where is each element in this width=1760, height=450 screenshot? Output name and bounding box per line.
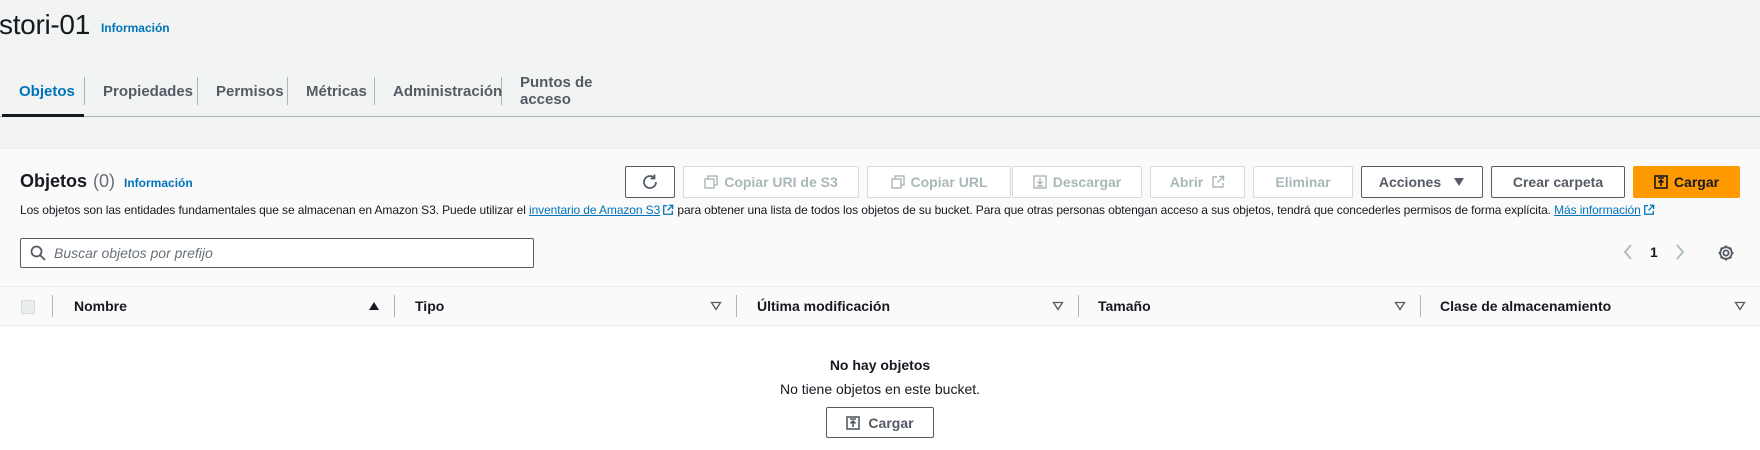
sort-descending-icon[interactable] (1052, 301, 1064, 311)
column-divider (52, 295, 53, 317)
s3-inventory-link[interactable]: inventario de Amazon S3 (529, 203, 660, 217)
objects-panel: Objetos (0) Información Copiar URI de S3… (0, 148, 1760, 450)
search-box (20, 238, 534, 268)
select-all-checkbox[interactable] (21, 300, 35, 314)
copy-url-button[interactable]: Copiar URL (867, 166, 1011, 198)
tab-metricas[interactable]: Métricas (288, 66, 374, 116)
objects-count: (0) (93, 171, 116, 191)
open-button[interactable]: Abrir (1150, 166, 1245, 198)
objects-title: Objetos (20, 171, 88, 191)
column-divider[interactable] (1420, 295, 1421, 317)
copy-s3-uri-button[interactable]: Copiar URI de S3 (683, 166, 859, 198)
copy-url-label: Copiar URL (910, 174, 988, 190)
header-info-link[interactable]: Información (101, 21, 170, 35)
actions-label: Acciones (1378, 174, 1442, 190)
tab-permisos[interactable]: Permisos (198, 66, 287, 116)
sort-descending-icon[interactable] (710, 301, 722, 311)
gear-icon (1718, 245, 1734, 261)
search-icon (30, 245, 46, 261)
learn-more-link-label: Más información (1554, 203, 1641, 217)
objects-table-body: No hay objetos No tiene objetos en este … (0, 327, 1760, 450)
column-header-nombre[interactable]: Nombre (74, 298, 127, 314)
download-label: Descargar (1052, 174, 1122, 190)
upload-button[interactable]: Cargar (1633, 166, 1740, 198)
current-page[interactable]: 1 (1650, 244, 1658, 260)
download-button[interactable]: Descargar (1012, 166, 1142, 198)
refresh-icon (643, 174, 657, 189)
column-header-clase-de-almacenamiento[interactable]: Clase de almacenamiento (1440, 298, 1611, 314)
tab-puntos-de-acceso[interactable]: Puntos de acceso (502, 66, 642, 116)
next-page-button[interactable] (1672, 243, 1688, 261)
tab-administracion[interactable]: Administración (375, 66, 502, 116)
chevron-left-icon (1623, 244, 1632, 260)
copy-icon (704, 175, 718, 189)
objects-section-title: Objetos (0) Información (20, 171, 193, 192)
previous-page-button[interactable] (1620, 243, 1636, 261)
objects-description: Los objetos son las entidades fundamenta… (20, 203, 1655, 217)
description-text-1: Los objetos son las entidades fundamenta… (20, 203, 530, 217)
delete-button[interactable]: Eliminar (1253, 166, 1353, 198)
copy-s3-uri-label: Copiar URI de S3 (724, 174, 838, 190)
external-link-icon (663, 204, 674, 215)
caret-down-icon (1454, 178, 1465, 186)
pagination: 1 (1620, 243, 1688, 261)
description-text-2: para obtener una lista de todos los obje… (674, 203, 1555, 217)
refresh-button[interactable] (625, 166, 675, 198)
empty-upload-label: Cargar (868, 414, 914, 431)
column-header-tipo[interactable]: Tipo (415, 298, 444, 314)
column-divider[interactable] (736, 295, 737, 317)
sort-descending-icon[interactable] (1394, 301, 1406, 311)
external-link-icon (1212, 175, 1225, 188)
objects-table-header: Nombre Tipo Última modificación Tamaño C… (0, 286, 1760, 326)
empty-upload-button[interactable]: Cargar (826, 407, 934, 438)
s3-inventory-link-label: inventario de Amazon S3 (529, 203, 661, 217)
page-header: stori-01 Información (0, 0, 170, 50)
chevron-right-icon (1676, 244, 1684, 260)
column-header-tamano[interactable]: Tamaño (1098, 298, 1151, 314)
tab-propiedades[interactable]: Propiedades (85, 66, 197, 116)
sort-ascending-icon[interactable] (368, 301, 380, 311)
search-input[interactable] (54, 245, 514, 261)
column-divider[interactable] (1078, 295, 1079, 317)
bucket-tabs: Objetos Propiedades Permisos Métricas Ad… (0, 66, 1760, 117)
objects-info-link[interactable]: Información (124, 176, 193, 190)
preferences-button[interactable] (1717, 244, 1735, 267)
external-link-icon (1643, 204, 1655, 215)
upload-label: Cargar (1673, 174, 1720, 190)
create-folder-button[interactable]: Crear carpeta (1491, 166, 1625, 198)
empty-state-title: No hay objetos (829, 357, 931, 373)
create-folder-label: Crear carpeta (1512, 174, 1604, 190)
learn-more-link[interactable]: Más información (1554, 203, 1641, 217)
tab-objetos[interactable]: Objetos (0, 66, 84, 117)
column-divider[interactable] (394, 295, 395, 317)
sort-descending-icon[interactable] (1734, 301, 1746, 311)
download-icon (1033, 175, 1047, 189)
upload-icon (1654, 175, 1668, 189)
page-title: stori-01 (0, 9, 90, 40)
actions-dropdown[interactable]: Acciones (1361, 166, 1483, 198)
upload-icon (846, 415, 861, 430)
column-header-ultima-modificacion[interactable]: Última modificación (757, 298, 890, 314)
open-label: Abrir (1169, 174, 1204, 190)
copy-icon (890, 175, 905, 189)
empty-state-subtitle: No tiene objetos en este bucket. (779, 381, 981, 397)
delete-label: Eliminar (1275, 174, 1331, 190)
